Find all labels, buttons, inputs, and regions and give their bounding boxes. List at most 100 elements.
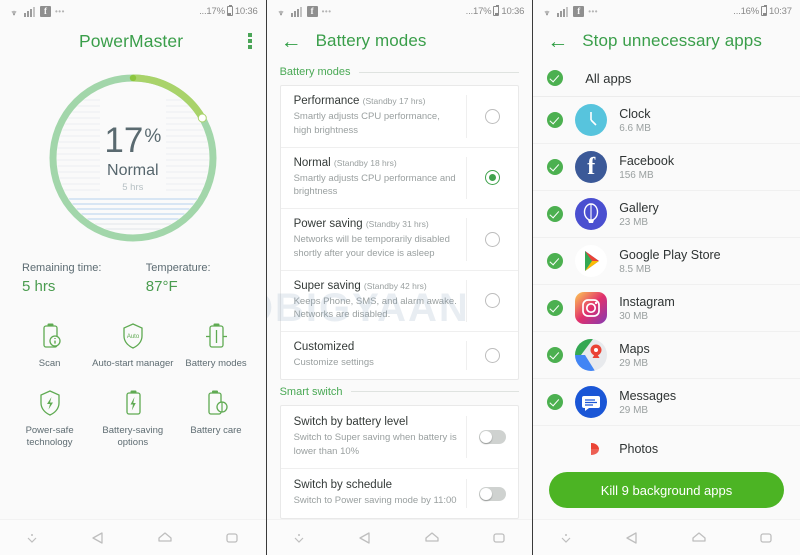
all-apps-label: All apps xyxy=(585,70,632,86)
back-arrow-icon[interactable]: ← xyxy=(281,31,302,52)
back-icon[interactable] xyxy=(89,530,107,546)
switch-row-schedule[interactable]: Switch by schedule Switch to Power savin… xyxy=(281,469,519,518)
page-title: Battery modes xyxy=(315,31,427,50)
tool-auto-start-manager[interactable]: Auto Auto-start manager xyxy=(91,321,174,370)
mode-row-customized[interactable]: Customized Customize settings xyxy=(281,332,519,379)
battery-state: Normal xyxy=(107,162,159,179)
switch-title: Switch by schedule xyxy=(293,479,393,492)
navigation-bar xyxy=(533,519,800,555)
mode-title: Normal (Standby 18 hrs) xyxy=(294,157,459,169)
mode-title: Power saving (Standby 31 hrs) xyxy=(294,218,459,230)
status-right: ...17% 10:36 xyxy=(199,5,258,17)
kill-background-apps-button[interactable]: Kill 9 background apps xyxy=(549,472,784,508)
clock-icon xyxy=(575,104,608,136)
tool-label: Scan xyxy=(38,358,61,369)
stat-value: 87°F xyxy=(145,278,178,295)
checkbox-checked-icon[interactable] xyxy=(547,253,564,269)
app-meta: Photos xyxy=(619,442,658,456)
back-icon[interactable] xyxy=(623,530,641,546)
checkbox-checked-icon[interactable] xyxy=(547,70,564,86)
gauge-center-text: 17 % Normal 5 hrs xyxy=(45,70,221,246)
tool-battery-modes[interactable]: Battery modes xyxy=(174,321,257,370)
mode-radio-cell[interactable] xyxy=(466,95,518,138)
list-item[interactable]: Instagram 30 MB xyxy=(533,285,800,332)
battery-modes-body: Battery modes Performance (Standby 17 hr… xyxy=(267,60,533,519)
radio-button[interactable] xyxy=(485,293,501,309)
kebab-menu-icon[interactable] xyxy=(248,33,252,49)
hide-nav-icon[interactable] xyxy=(291,530,307,546)
checkbox-checked-icon[interactable] xyxy=(547,394,564,410)
app-meta: Facebook 156 MB xyxy=(619,154,674,181)
switch-toggle-cell[interactable] xyxy=(466,415,518,459)
mode-row-super-saving[interactable]: Super saving (Standby 42 hrs) Keeps Phon… xyxy=(280,271,519,333)
mode-radio-cell[interactable] xyxy=(466,279,518,323)
list-item[interactable]: f Facebook 156 MB xyxy=(533,144,800,191)
app-bar-battery-modes: ← Battery modes xyxy=(267,22,533,60)
panel-stop-unnecessary-apps: f ••• ...16% 10:37 ← Stop unnecessary ap… xyxy=(533,0,800,555)
mode-radio-cell[interactable] xyxy=(466,341,518,370)
section-header-smart-switch: Smart switch xyxy=(280,386,520,398)
home-icon[interactable] xyxy=(690,530,708,546)
list-item[interactable]: Messages 29 MB xyxy=(533,379,800,426)
battery-percent-value: 17 xyxy=(104,121,144,160)
mode-row-performance[interactable]: Performance (Standby 17 hrs) Smartly adj… xyxy=(280,86,519,148)
radio-button[interactable] xyxy=(485,231,501,247)
checkbox-checked-icon[interactable] xyxy=(547,159,564,175)
back-arrow-icon[interactable]: ← xyxy=(547,31,568,52)
checkbox-checked-icon[interactable] xyxy=(547,206,564,222)
mode-row-normal[interactable]: Normal (Standby 18 hrs) Smartly adjusts … xyxy=(280,148,519,210)
list-item[interactable]: Gallery 23 MB xyxy=(533,191,800,238)
app-size: 29 MB xyxy=(619,404,649,416)
row-all-apps[interactable]: All apps xyxy=(533,60,800,97)
mode-radio-cell[interactable] xyxy=(466,218,518,261)
switch-desc: Switch to Power saving mode by 11:00 xyxy=(293,495,457,507)
hide-nav-icon[interactable] xyxy=(24,530,40,546)
panel-powermaster: f ••• ...17% 10:36 PowerMaster 17 % Norm… xyxy=(0,0,267,555)
smart-switch-card: Switch by battery level Switch to Super … xyxy=(279,404,520,519)
mode-text: Normal (Standby 18 hrs) Smartly adjusts … xyxy=(294,157,467,200)
recents-icon[interactable] xyxy=(223,530,241,546)
back-icon[interactable] xyxy=(356,530,374,546)
battery-modes-icon xyxy=(205,323,227,348)
mode-name: Customized xyxy=(293,341,355,354)
mode-radio-cell[interactable] xyxy=(466,156,518,200)
stat-label: Remaining time: xyxy=(22,262,102,274)
list-item[interactable]: Clock 6.6 MB xyxy=(533,97,800,144)
app-size: 8.5 MB xyxy=(619,263,651,275)
recents-icon[interactable] xyxy=(757,530,775,546)
switch-row-battery-level[interactable]: Switch by battery level Switch to Super … xyxy=(280,406,519,470)
tool-battery-saving-options[interactable]: Battery-saving options xyxy=(91,388,174,449)
radio-button[interactable] xyxy=(485,348,501,363)
radio-button[interactable] xyxy=(485,108,501,124)
recents-icon[interactable] xyxy=(490,530,508,546)
list-item[interactable]: Maps 29 MB xyxy=(533,332,800,379)
wifi-icon xyxy=(277,10,284,15)
app-meta: Google Play Store 8.5 MB xyxy=(619,248,720,275)
toggle-switch[interactable] xyxy=(479,486,507,501)
tool-power-safe-technology[interactable]: Power-safe technology xyxy=(8,388,91,449)
radio-button-selected[interactable] xyxy=(485,170,501,186)
checkbox-checked-icon[interactable] xyxy=(547,300,564,316)
switch-toggle-cell[interactable] xyxy=(466,479,518,509)
facebook-icon: f xyxy=(40,5,51,17)
facebook-icon: f xyxy=(306,5,318,17)
app-meta: Messages 29 MB xyxy=(619,389,676,416)
stat-label: Temperature: xyxy=(145,262,211,274)
app-name: Messages xyxy=(619,388,677,403)
app-meta: Clock 6.6 MB xyxy=(619,107,651,134)
toggle-switch[interactable] xyxy=(479,430,507,445)
hide-nav-icon[interactable] xyxy=(558,530,574,546)
checkbox-checked-icon[interactable] xyxy=(547,347,564,363)
mode-title: Customized xyxy=(294,341,459,353)
navigation-bar xyxy=(0,519,266,555)
tool-label: Battery modes xyxy=(185,358,247,369)
checkbox-checked-icon[interactable] xyxy=(547,112,564,128)
tool-scan[interactable]: Scan xyxy=(8,321,91,370)
battery-icon xyxy=(493,5,500,16)
mode-row-power-saving[interactable]: Power saving (Standby 31 hrs) Networks w… xyxy=(280,209,519,271)
tool-battery-care[interactable]: Battery care xyxy=(174,388,257,449)
home-icon[interactable] xyxy=(423,530,441,546)
home-icon[interactable] xyxy=(156,530,174,546)
battery-care-icon xyxy=(208,390,228,415)
list-item[interactable]: Google Play Store 8.5 MB xyxy=(533,238,800,285)
